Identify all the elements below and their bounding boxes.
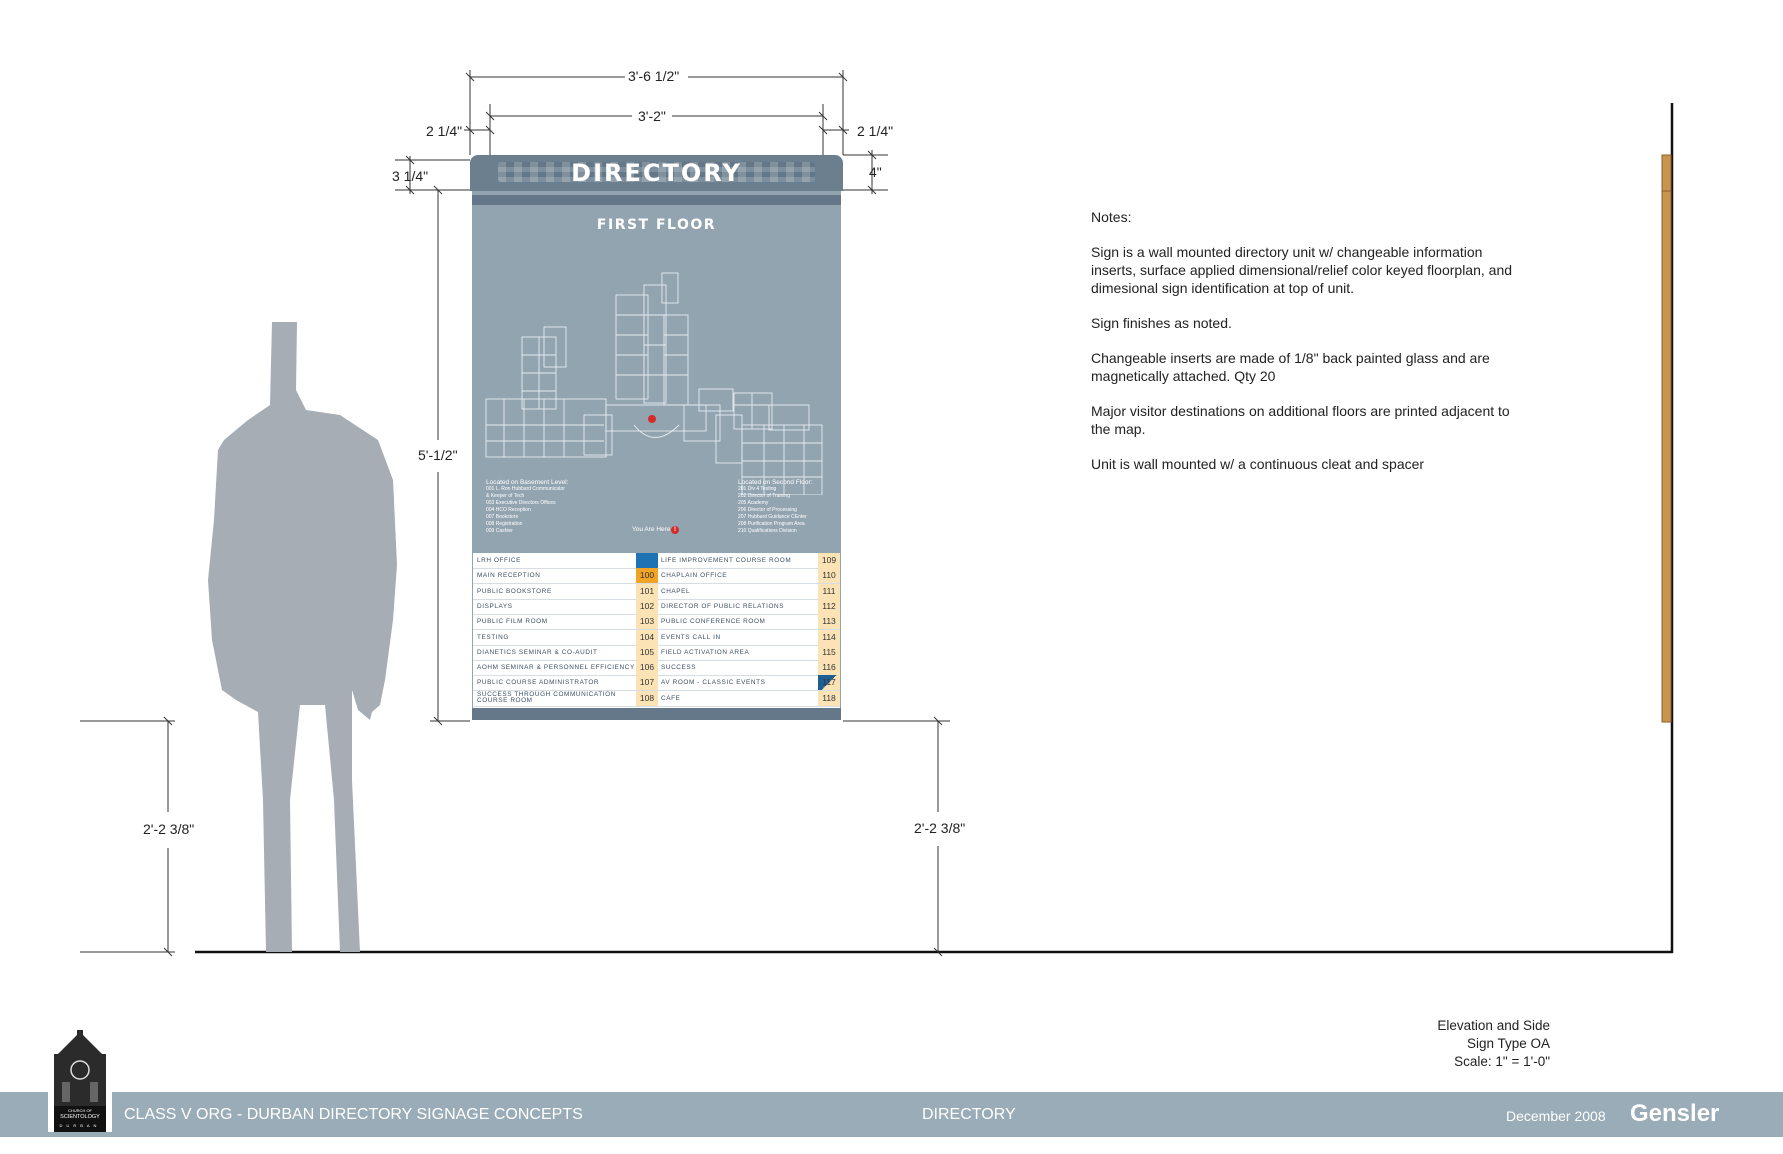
room-number-left: 103 xyxy=(636,614,658,630)
room-name-left: AOHM SEMINAR & PERSONNEL EFFICIENCY xyxy=(477,664,635,672)
title-block: Elevation and Side Sign Type OA Scale: 1… xyxy=(1380,1017,1550,1071)
room-name-left: SUCCESS THROUGH COMMUNICATION COURSE ROO… xyxy=(477,690,616,704)
room-number-right: 112 xyxy=(818,598,840,614)
dim-mount-height-right: 2'-2 3/8" xyxy=(914,820,966,836)
note-item: Sign is a wall mounted directory unit w/… xyxy=(1091,244,1513,296)
room-name-right: CHAPEL xyxy=(661,587,691,595)
directory-row: PUBLIC BOOKSTORE 101 CHAPEL 111 xyxy=(473,583,840,600)
room-name-left: DIANETICS SEMINAR & CO-AUDIT xyxy=(477,648,598,656)
basement-legend: Located on Basement Level: 001 L. Ron Hu… xyxy=(486,479,569,534)
room-name-right: EVENTS CALL IN xyxy=(661,633,721,641)
room-name-right: PUBLIC CONFERENCE ROOM xyxy=(661,618,766,626)
room-name-right: AV ROOM - CLASSIC EVENTS xyxy=(661,679,766,687)
room-number-right: 110 xyxy=(818,568,840,584)
room-number-right: 115 xyxy=(818,644,840,660)
room-number-left: 106 xyxy=(636,660,658,676)
you-are-here-map-marker xyxy=(648,415,656,423)
dim-inner-width: 3'-2" xyxy=(638,108,666,124)
room-number-left: 105 xyxy=(636,644,658,660)
directory-row: DIANETICS SEMINAR & CO-AUDIT 105 FIELD ACT… xyxy=(473,644,840,661)
room-name-right: FIELD ACTIVATION AREA xyxy=(661,648,750,656)
directory-row: MAIN RECEPTION 100 CHAPLAIN OFFICE 110 xyxy=(473,568,840,585)
sign-title: DIRECTORY xyxy=(571,159,742,187)
logo-text-1: CHURCH OF xyxy=(68,1108,92,1113)
notes-block: Notes: Sign is a wall mounted directory … xyxy=(1091,208,1521,490)
dim-sign-height: 5'-1/2" xyxy=(418,447,458,463)
room-number-left: 107 xyxy=(636,675,658,691)
directory-row: SUCCESS THROUGH COMMUNICATION COURSE ROO… xyxy=(473,690,840,707)
room-number-left: 104 xyxy=(636,629,658,645)
note-item: Sign finishes as noted. xyxy=(1091,315,1232,331)
room-number-right: 118 xyxy=(818,690,840,706)
room-number-right: 116 xyxy=(818,660,840,676)
human-figure-silhouette xyxy=(208,322,397,952)
dim-left-offset: 2 1/4" xyxy=(426,123,463,139)
directory-row: PUBLIC FILM ROOM 103 PUBLIC CONFERENCE ROO… xyxy=(473,614,840,631)
dim-right-offset: 2 1/4" xyxy=(857,123,894,139)
sheet-title: DIRECTORY xyxy=(922,1106,1016,1123)
logo-text-3: DURBAN xyxy=(59,1123,101,1128)
note-item: Changeable inserts are made of 1/8" back… xyxy=(1091,350,1490,384)
note-item: Major visitor destinations on additional… xyxy=(1091,403,1510,437)
room-name-right: DIRECTOR OF PUBLIC RELATIONS xyxy=(661,602,785,610)
title-block-view: Elevation and Side xyxy=(1437,1018,1550,1033)
room-name-right: SUCCESS xyxy=(661,664,697,672)
directory-row: DISPLAYS 102 DIRECTOR OF PUBLIC RELATIONS 1… xyxy=(473,598,840,615)
footer-bar: CLASS V ORG - DURBAN DIRECTORY SIGNAGE C… xyxy=(0,1092,1783,1137)
room-number-left: 108 xyxy=(636,690,658,706)
room-name-left: MAIN RECEPTION xyxy=(477,572,541,580)
room-name-left: PUBLIC COURSE ADMINISTRATOR xyxy=(477,679,600,687)
room-number-right: 111 xyxy=(818,583,840,599)
room-name-left: TESTING xyxy=(477,633,509,641)
dim-header-left: 3 1/4" xyxy=(392,168,429,184)
room-name-left: LRH OFFICE xyxy=(477,557,521,564)
room-name-left: PUBLIC BOOKSTORE xyxy=(477,587,552,595)
you-are-here-icon: ! xyxy=(671,526,679,534)
title-block-sign-type: Sign Type OA xyxy=(1466,1036,1550,1051)
room-name-left: PUBLIC FILM ROOM xyxy=(477,618,548,626)
room-name-left: DISPLAYS xyxy=(477,602,513,610)
directory-sign: DIRECTORY FIRST FLOOR Located on Basemen… xyxy=(470,155,843,722)
directory-row: PUBLIC COURSE ADMINISTRATOR 107 AV ROOM - … xyxy=(473,675,840,692)
directory-row: LRH OFFICE LIFE IMPROVEMENT COURSE ROOM 10… xyxy=(473,553,840,569)
room-number-right: 114 xyxy=(818,629,840,645)
church-logo: CHURCH OF SCIENTOLOGY DURBAN xyxy=(48,1030,112,1132)
room-number-left: 101 xyxy=(636,583,658,599)
lrh-office-icon xyxy=(636,553,658,568)
logo-text-2: SCIENTOLOGY xyxy=(60,1114,100,1120)
dim-mount-height-left: 2'-2 3/8" xyxy=(143,821,195,837)
room-name-right: CAFE xyxy=(661,694,681,702)
room-number-right: 109 xyxy=(818,553,840,568)
floorplan-map xyxy=(485,272,823,495)
dim-header-right: 4" xyxy=(869,164,882,180)
elevation-drawing xyxy=(80,70,1674,957)
sheet-date: December 2008 xyxy=(1506,1108,1606,1124)
room-number-left: 102 xyxy=(636,598,658,614)
firm-logo: Gensler xyxy=(1630,1100,1720,1127)
title-block-scale: Scale: 1" = 1'-0" xyxy=(1454,1054,1550,1069)
room-name-right: LIFE IMPROVEMENT COURSE ROOM xyxy=(661,557,792,564)
room-number-left: 100 xyxy=(636,568,658,584)
second-floor-legend: Located on Second Floor: 201 Div 4 Testi… xyxy=(738,479,813,534)
notes-heading: Notes: xyxy=(1091,209,1132,225)
directory-row: TESTING 104 EVENTS CALL IN 114 xyxy=(473,629,840,646)
you-are-here-label: You Are Here xyxy=(632,526,671,533)
directory-table: LRH OFFICE LIFE IMPROVEMENT COURSE ROOM 10… xyxy=(473,553,840,708)
dim-overall-width: 3'-6 1/2" xyxy=(628,68,680,84)
room-name-right: CHAPLAIN OFFICE xyxy=(661,572,728,580)
floor-title: FIRST FLOOR xyxy=(596,217,717,233)
project-title: CLASS V ORG - DURBAN DIRECTORY SIGNAGE C… xyxy=(124,1106,583,1123)
directory-row: AOHM SEMINAR & PERSONNEL EFFICIENCY 106 SU… xyxy=(473,660,840,677)
sign-side-view xyxy=(1661,154,1672,723)
room-number-right: 113 xyxy=(818,614,840,630)
room-number-right: 117 xyxy=(818,675,840,691)
note-item: Unit is wall mounted w/ a continuous cle… xyxy=(1091,456,1425,472)
